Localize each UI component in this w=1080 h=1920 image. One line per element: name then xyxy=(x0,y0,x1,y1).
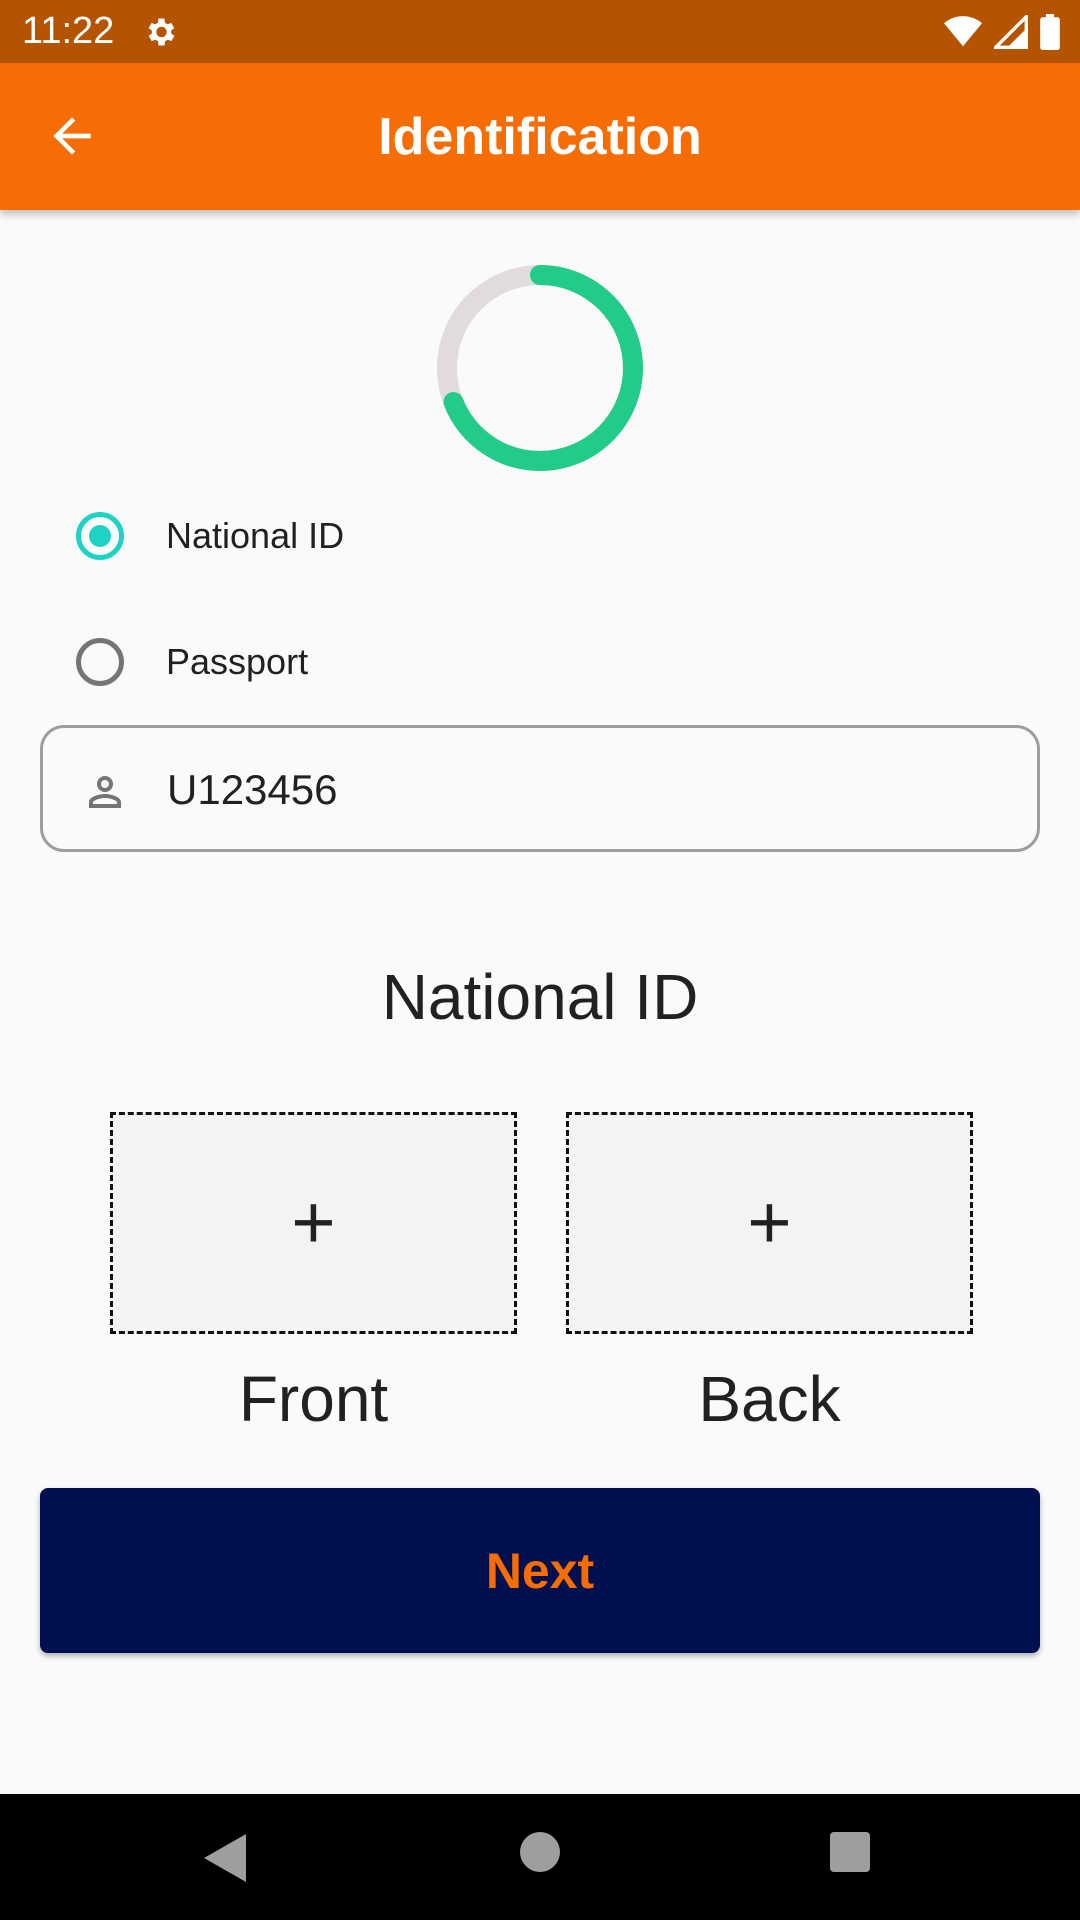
system-navigation-bar xyxy=(0,1794,1080,1920)
cell-signal-icon xyxy=(994,15,1028,49)
radio-button-national-id[interactable] xyxy=(76,512,124,560)
radio-label-passport: Passport xyxy=(166,641,309,682)
document-type-heading: National ID xyxy=(381,961,699,1033)
radio-option-national-id[interactable]: National ID xyxy=(76,506,344,566)
plus-icon: + xyxy=(747,1180,792,1265)
wifi-icon xyxy=(944,16,982,47)
upload-back-button[interactable]: + xyxy=(566,1112,973,1334)
radio-option-passport[interactable]: Passport xyxy=(76,632,308,692)
app-bar: Identification xyxy=(0,63,1080,210)
radio-button-passport[interactable] xyxy=(76,638,124,686)
status-icons xyxy=(944,14,1060,50)
upload-front-button[interactable]: + xyxy=(110,1112,517,1334)
upload-back-label: Back xyxy=(698,1363,841,1435)
status-time: 11:22 xyxy=(22,10,115,52)
progress-ring xyxy=(437,265,643,471)
nav-recents-icon[interactable] xyxy=(830,1832,870,1872)
status-bar: 11:22 xyxy=(0,0,1080,63)
person-icon xyxy=(89,776,121,808)
nav-back-icon[interactable] xyxy=(204,1834,246,1882)
id-number-field[interactable]: U123456 xyxy=(40,725,1040,852)
battery-icon xyxy=(1040,14,1060,50)
settings-gear-icon xyxy=(148,18,175,46)
id-number-value: U123456 xyxy=(167,766,338,813)
radio-label-national-id: National ID xyxy=(166,515,345,556)
upload-front-label: Front xyxy=(238,1363,389,1435)
page-title: Identification xyxy=(378,108,702,166)
next-button[interactable]: Next xyxy=(40,1488,1040,1653)
nav-home-icon[interactable] xyxy=(520,1832,560,1872)
plus-icon: + xyxy=(291,1180,336,1265)
